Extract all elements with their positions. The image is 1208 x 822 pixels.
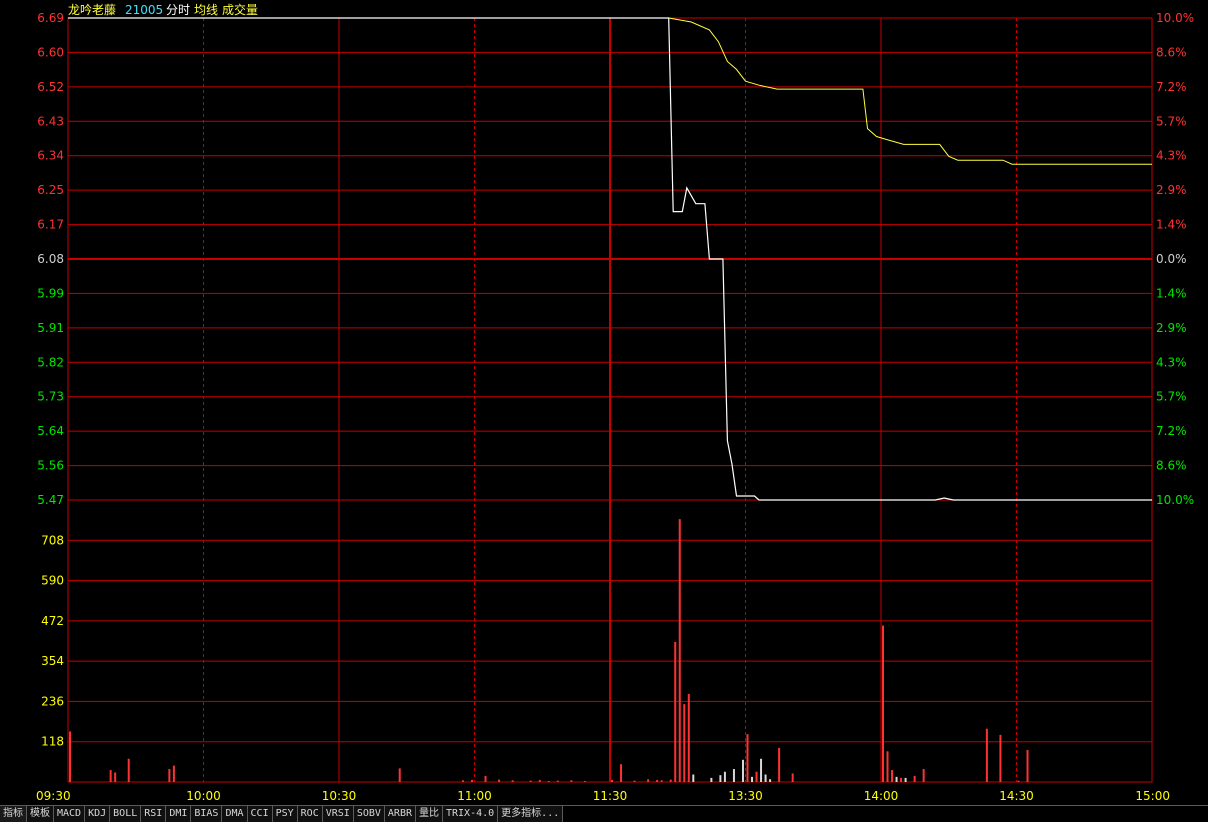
intraday-chart[interactable]: 6.69 10.0% 6.60 8.6% 6.52 7.2% 6.43 5.7% 6.34 4.3… [0, 0, 1208, 805]
volume-tick-label: 472 [41, 614, 64, 628]
indicator-tab-arbr[interactable]: ARBR [384, 806, 416, 822]
pct-tick-label: 2.9% [1156, 321, 1187, 335]
price-tick-label: 6.52 [37, 80, 64, 94]
price-tick-label: 5.82 [37, 355, 64, 369]
indicator-tab-[interactable]: 更多指标... [498, 806, 564, 822]
price-tick-label: 5.99 [37, 286, 64, 300]
price-tick-label: 6.25 [37, 183, 64, 197]
indicator-tab-roc[interactable]: ROC [297, 806, 323, 822]
indicator-tab-psy[interactable]: PSY [272, 806, 298, 822]
price-tick-label: 6.34 [37, 149, 64, 163]
pct-tick-label: 1.4% [1156, 286, 1187, 300]
indicator-tab-vrsi[interactable]: VRSI [322, 806, 354, 822]
pct-tick-label: 8.6% [1156, 459, 1187, 473]
pct-tick-label: 0.0% [1156, 252, 1187, 266]
price-tick-label: 6.43 [37, 114, 64, 128]
price-tick-label: 5.91 [37, 321, 64, 335]
pct-tick-label: 5.7% [1156, 390, 1187, 404]
time-tick-label: 09:30 [36, 789, 71, 803]
price-tick-label: 5.47 [37, 493, 64, 507]
price-tick-label: 5.56 [37, 459, 64, 473]
price-tick-label: 6.17 [37, 218, 64, 232]
stock-code: 21005 [125, 3, 163, 17]
indicator-tab-[interactable]: 模板 [27, 806, 54, 822]
volume-label: 成交量 [222, 2, 258, 17]
time-tick-label: 11:30 [593, 789, 628, 803]
pct-tick-label: 10.0% [1156, 493, 1194, 507]
volume-tick-label: 354 [41, 654, 64, 668]
time-tick-label: 10:00 [186, 789, 221, 803]
price-tick-label: 6.69 [37, 11, 64, 25]
indicator-tab-[interactable]: 量比 [416, 806, 443, 822]
indicator-tab-[interactable]: 指标 [0, 806, 27, 822]
pct-tick-label: 7.2% [1156, 80, 1187, 94]
indicator-tab-sobv[interactable]: SOBV [353, 806, 385, 822]
time-tick-label: 14:30 [999, 789, 1034, 803]
pct-tick-label: 7.2% [1156, 424, 1187, 438]
indicator-tab-bar: 指标 模板 MACD KDJ BOLL RSI DMI BIAS DMA CCI PSY ROC VRS… [0, 805, 1208, 822]
indicator-tab-rsi[interactable]: RSI [141, 806, 167, 822]
volume-tick-label: 236 [41, 694, 64, 708]
pct-tick-label: 1.4% [1156, 218, 1187, 232]
pct-tick-label: 8.6% [1156, 45, 1187, 59]
indicator-tab-kdj[interactable]: KDJ [85, 806, 111, 822]
indicator-tab-bias[interactable]: BIAS [191, 806, 223, 822]
chart-header: 龙吟老藤 21005 分时 均线 成交量 [68, 2, 258, 17]
indicator-tab-trix-4-0[interactable]: TRIX-4.0 [443, 806, 499, 822]
volume-tick-label: 118 [41, 735, 64, 749]
volume-tick-label: 708 [41, 533, 64, 547]
avg-line-label: 均线 [194, 3, 218, 17]
price-tick-label: 6.60 [37, 45, 64, 59]
indicator-tab-macd[interactable]: MACD [54, 806, 86, 822]
time-tick-label: 10:30 [322, 789, 357, 803]
pct-tick-label: 2.9% [1156, 183, 1187, 197]
indicator-tab-dma[interactable]: DMA [222, 806, 248, 822]
pct-tick-label: 10.0% [1156, 11, 1194, 25]
pct-tick-label: 5.7% [1156, 114, 1187, 128]
pct-tick-label: 4.3% [1156, 149, 1187, 163]
time-tick-label: 15:00 [1135, 789, 1170, 803]
time-tick-label: 14:00 [864, 789, 899, 803]
indicator-tab-boll[interactable]: BOLL [110, 806, 142, 822]
axis-labels: 6.69 10.0% 6.60 8.6% 6.52 7.2% 6.43 5.7% 6.34 4.3… [36, 11, 1194, 803]
stock-name: 龙吟老藤 [68, 2, 116, 17]
chart-grid [67, 17, 1153, 783]
price-tick-label: 6.08 [37, 252, 64, 266]
volume-bars [69, 519, 1029, 782]
indicator-tab-dmi[interactable]: DMI [166, 806, 192, 822]
price-tick-label: 5.64 [37, 424, 64, 438]
time-tick-label: 11:00 [457, 789, 492, 803]
price-tick-label: 5.73 [37, 390, 64, 404]
time-tick-label: 13:30 [728, 789, 763, 803]
mode-label: 分时 [166, 3, 190, 17]
indicator-tab-cci[interactable]: CCI [247, 806, 273, 822]
volume-tick-label: 590 [41, 574, 64, 588]
pct-tick-label: 4.3% [1156, 355, 1187, 369]
